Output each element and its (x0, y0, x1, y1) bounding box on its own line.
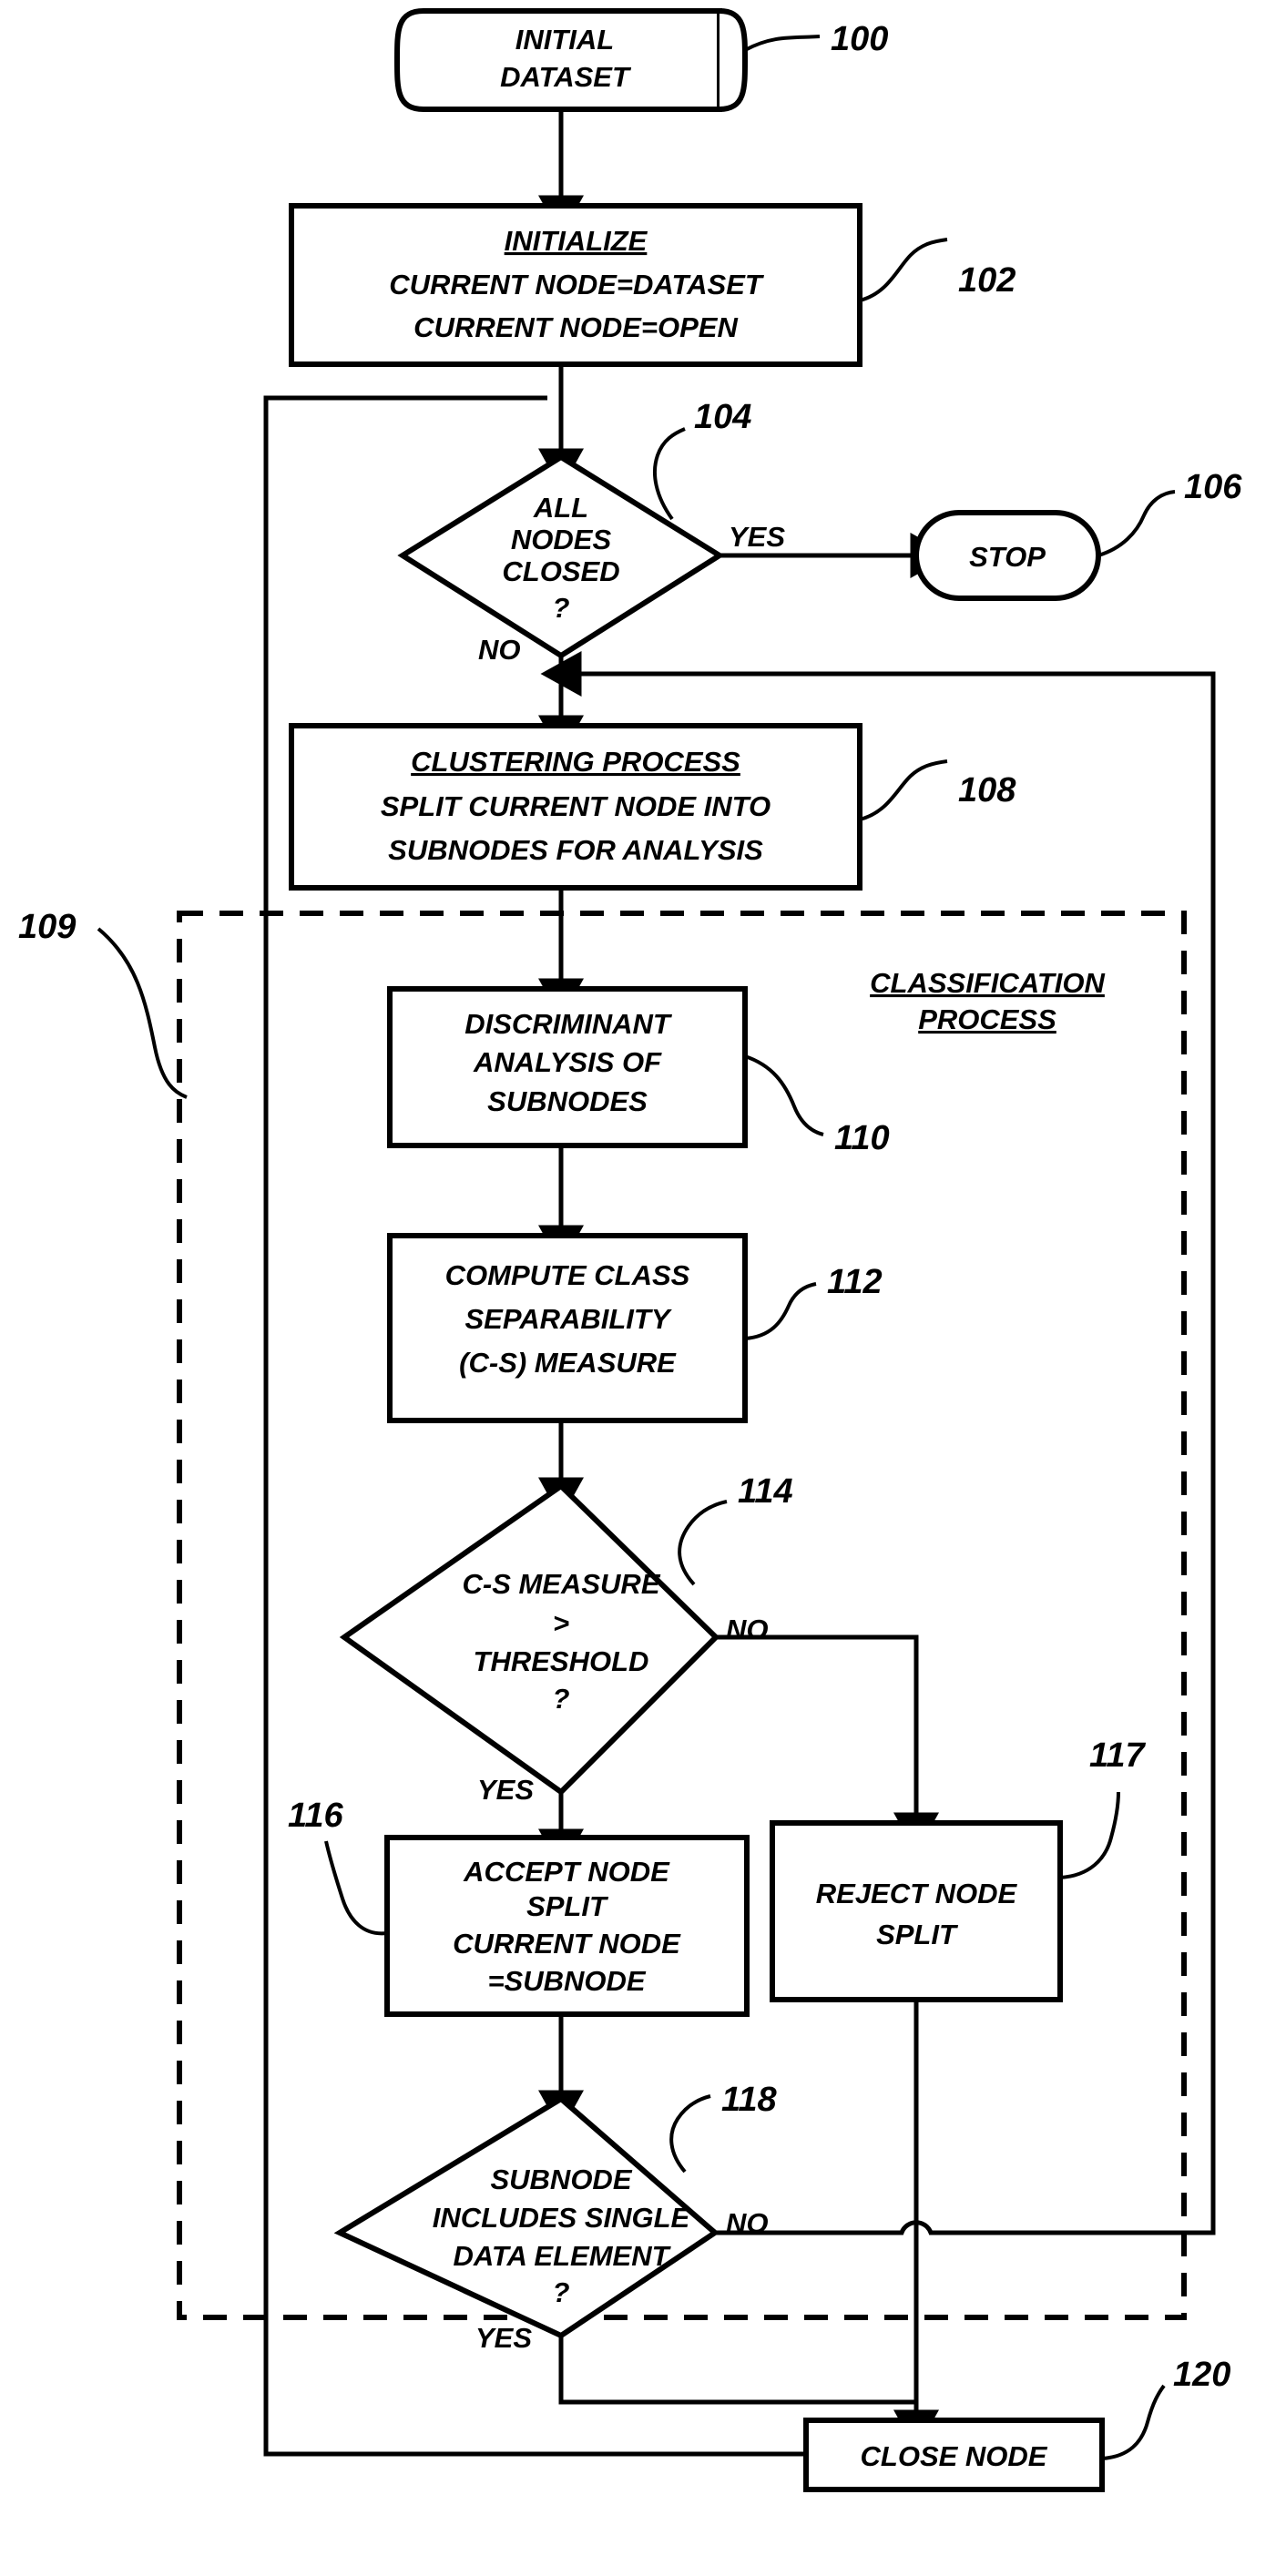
node-reject-node-split: REJECT NODE SPLIT (770, 1820, 1063, 2002)
accept-line-3: CURRENT NODE (453, 1928, 681, 1960)
leader-line-104 (653, 427, 686, 521)
decision114-line-4: ? (553, 1683, 570, 1715)
node-initial-dataset: INITIAL DATASET (393, 8, 749, 112)
decision118-yes-label: YES (475, 2322, 532, 2354)
decision114-line-2: > (553, 1607, 569, 1639)
reference-number-110: 110 (834, 1119, 890, 1157)
leader-line-109 (97, 927, 188, 1099)
initialize-line-1: CURRENT NODE=DATASET (389, 269, 765, 300)
decision118-line-4: ? (553, 2276, 570, 2308)
decision104-line-4: ? (553, 592, 570, 624)
decision104-line-3: CLOSED (502, 555, 619, 587)
decision114-line-3: THRESHOLD (474, 1645, 649, 1677)
decision104-line-1: ALL (533, 492, 588, 524)
close-node-label: CLOSE NODE (861, 2440, 1048, 2472)
reference-number-108: 108 (958, 771, 1016, 809)
reference-number-109: 109 (18, 908, 76, 946)
clustering-line-2: SUBNODES FOR ANALYSIS (388, 834, 763, 866)
leader-line-116 (324, 1840, 388, 1936)
patent-flowchart-figure: CLASSIFICATION PROCESS 109 INITIAL DATAS… (0, 0, 1286, 2576)
leader-line-106 (1097, 490, 1176, 557)
reference-number-116: 116 (288, 1797, 343, 1835)
clustering-line-1: SPLIT CURRENT NODE INTO (381, 790, 771, 822)
accept-line-2: SPLIT (526, 1890, 609, 1922)
reference-number-104: 104 (694, 398, 751, 436)
initialize-header: INITIALIZE (505, 225, 648, 257)
leader-line-120 (1101, 2384, 1166, 2460)
decision114-yes-label: YES (477, 1774, 534, 1806)
node-accept-node-split: ACCEPT NODE SPLIT CURRENT NODE =SUBNODE (384, 1835, 750, 2017)
node-compute-class-separability: COMPUTE CLASS SEPARABILITY (C-S) MEASURE (387, 1233, 748, 1423)
initial-dataset-line-1: INITIAL (515, 24, 615, 56)
classification-process-label-line-1: CLASSIFICATION (870, 967, 1105, 999)
stop-label: STOP (969, 541, 1046, 573)
node-cs-measure-threshold: C-S MEASURE > THRESHOLD ? (339, 1482, 720, 1796)
reference-number-117: 117 (1089, 1736, 1146, 1775)
leader-line-110 (744, 1054, 824, 1136)
reference-number-102: 102 (958, 261, 1016, 300)
node-discriminant-analysis: DISCRIMINANT ANALYSIS OF SUBNODES (387, 986, 748, 1148)
connector-decision114-no-to-reject (716, 1634, 939, 1854)
reject-line-2: SPLIT (876, 1919, 959, 1950)
connector-decision118-yes-to-close-node (558, 2336, 916, 2405)
decision114-line-1: C-S MEASURE (462, 1568, 660, 1600)
reference-number-106: 106 (1184, 468, 1242, 506)
discriminant-line-2: ANALYSIS OF (473, 1046, 662, 1078)
accept-line-1: ACCEPT NODE (463, 1856, 670, 1888)
compute-line-1: COMPUTE CLASS (445, 1259, 690, 1291)
reference-number-120: 120 (1173, 2356, 1230, 2394)
decision104-no-label: NO (478, 634, 521, 666)
reference-number-100: 100 (831, 20, 888, 58)
leader-line-117 (1059, 1791, 1120, 1879)
flowchart-canvas: CLASSIFICATION PROCESS 109 INITIAL DATAS… (18, 8, 1242, 2492)
node-close-node: CLOSE NODE (803, 2418, 1105, 2492)
node-subnode-single-element: SUBNODE INCLUDES SINGLE DATA ELEMENT ? (333, 2095, 720, 2339)
leader-line-118 (669, 2094, 711, 2174)
leader-line-112 (744, 1282, 817, 1340)
initial-dataset-line-2: DATASET (500, 61, 632, 93)
reference-number-118: 118 (721, 2081, 777, 2119)
reject-line-1: REJECT NODE (816, 1878, 1018, 1909)
compute-line-2: SEPARABILITY (464, 1303, 672, 1335)
node-all-nodes-closed: ALL NODES CLOSED ? (397, 453, 725, 659)
leader-line-102 (859, 238, 948, 302)
accept-line-4: =SUBNODE (487, 1965, 646, 1997)
leader-line-114 (678, 1500, 728, 1586)
classification-process-label-line-2: PROCESS (918, 1003, 1056, 1035)
decision118-no-label: NO (726, 2207, 769, 2239)
discriminant-line-1: DISCRIMINANT (464, 1008, 673, 1040)
clustering-header: CLUSTERING PROCESS (411, 746, 740, 778)
leader-line-108 (859, 759, 948, 821)
node-stop: STOP (913, 510, 1101, 601)
initialize-line-2: CURRENT NODE=OPEN (413, 311, 738, 343)
compute-line-3: (C-S) MEASURE (459, 1347, 677, 1379)
decision118-line-1: SUBNODE (490, 2164, 632, 2195)
reference-number-112: 112 (827, 1263, 883, 1301)
discriminant-line-3: SUBNODES (487, 1085, 648, 1117)
decision114-no-label: NO (726, 1614, 769, 1645)
decision104-line-2: NODES (511, 524, 612, 555)
decision118-line-2: INCLUDES SINGLE (433, 2202, 691, 2234)
node-clustering-process: CLUSTERING PROCESS SPLIT CURRENT NODE IN… (289, 723, 862, 891)
reference-number-114: 114 (738, 1472, 793, 1511)
decision118-line-3: DATA ELEMENT (453, 2240, 671, 2272)
node-initialize: INITIALIZE CURRENT NODE=DATASET CURRENT … (289, 203, 862, 367)
leader-line-100 (744, 35, 821, 52)
decision104-yes-label: YES (729, 521, 785, 553)
